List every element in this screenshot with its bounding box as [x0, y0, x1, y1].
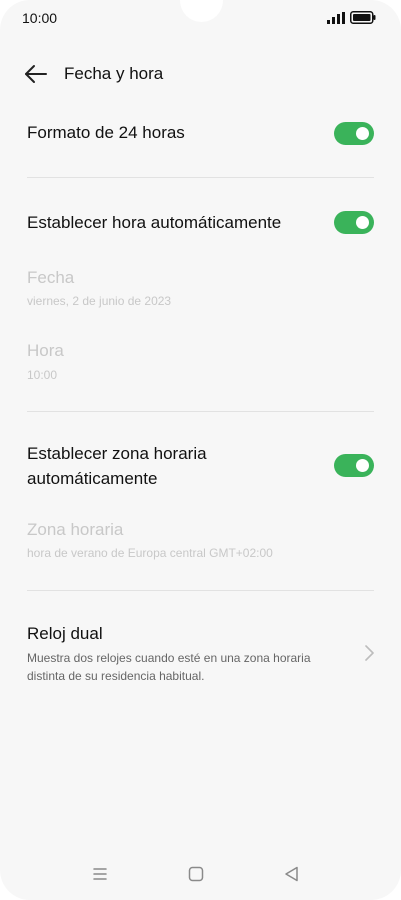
header: Fecha y hora [0, 56, 401, 96]
toggle-knob [356, 216, 369, 229]
date-label: Fecha [27, 268, 75, 287]
phone-screen: 10:00 Fecha y hora Formato de 24 horas E… [0, 0, 401, 900]
chevron-right-icon [365, 645, 374, 661]
time-row: Hora 10:00 [0, 338, 401, 388]
date-row: Fecha viernes, 2 de junio de 2023 [0, 265, 401, 315]
signal-icon [327, 12, 345, 24]
auto-timezone-row[interactable]: Establecer zona horaria automáticamente [0, 441, 401, 493]
timezone-label: Zona horaria [27, 520, 124, 539]
back-triangle-icon[interactable] [281, 862, 303, 886]
format-24h-toggle[interactable] [334, 122, 374, 145]
dual-clock-desc-line1: Muestra dos relojes cuando esté en una z… [27, 651, 311, 665]
auto-timezone-label-line2: automáticamente [27, 469, 158, 488]
divider [27, 590, 374, 591]
battery-icon [350, 11, 376, 24]
page-title: Fecha y hora [64, 64, 164, 83]
divider [27, 411, 374, 412]
home-icon[interactable] [185, 862, 207, 886]
status-time: 10:00 [22, 10, 58, 26]
toggle-knob [356, 459, 369, 472]
date-value: viernes, 2 de junio de 2023 [27, 294, 172, 308]
format-24h-label: Formato de 24 horas [27, 123, 185, 142]
divider [27, 177, 374, 178]
timezone-value: hora de verano de Europa central GMT+02:… [27, 546, 273, 560]
navigation-bar [0, 862, 401, 888]
format-24h-row[interactable]: Formato de 24 horas [0, 120, 401, 148]
menu-icon[interactable] [89, 862, 111, 886]
time-label: Hora [27, 341, 64, 360]
auto-time-row[interactable]: Establecer hora automáticamente [0, 210, 401, 238]
dual-clock-row[interactable]: Reloj dual Muestra dos relojes cuando es… [0, 621, 401, 691]
dual-clock-label: Reloj dual [27, 624, 103, 643]
time-value: 10:00 [27, 368, 58, 382]
auto-timezone-toggle[interactable] [334, 454, 374, 477]
auto-timezone-label-line1: Establecer zona horaria [27, 444, 207, 463]
dual-clock-desc-line2: distinta de su residencia habitual. [27, 669, 205, 683]
auto-time-label: Establecer hora automáticamente [27, 213, 282, 232]
arrow-left-icon[interactable] [24, 64, 48, 84]
toggle-knob [356, 127, 369, 140]
timezone-row: Zona horaria hora de verano de Europa ce… [0, 517, 401, 567]
status-bar: 10:00 [0, 0, 401, 36]
auto-time-toggle[interactable] [334, 211, 374, 234]
